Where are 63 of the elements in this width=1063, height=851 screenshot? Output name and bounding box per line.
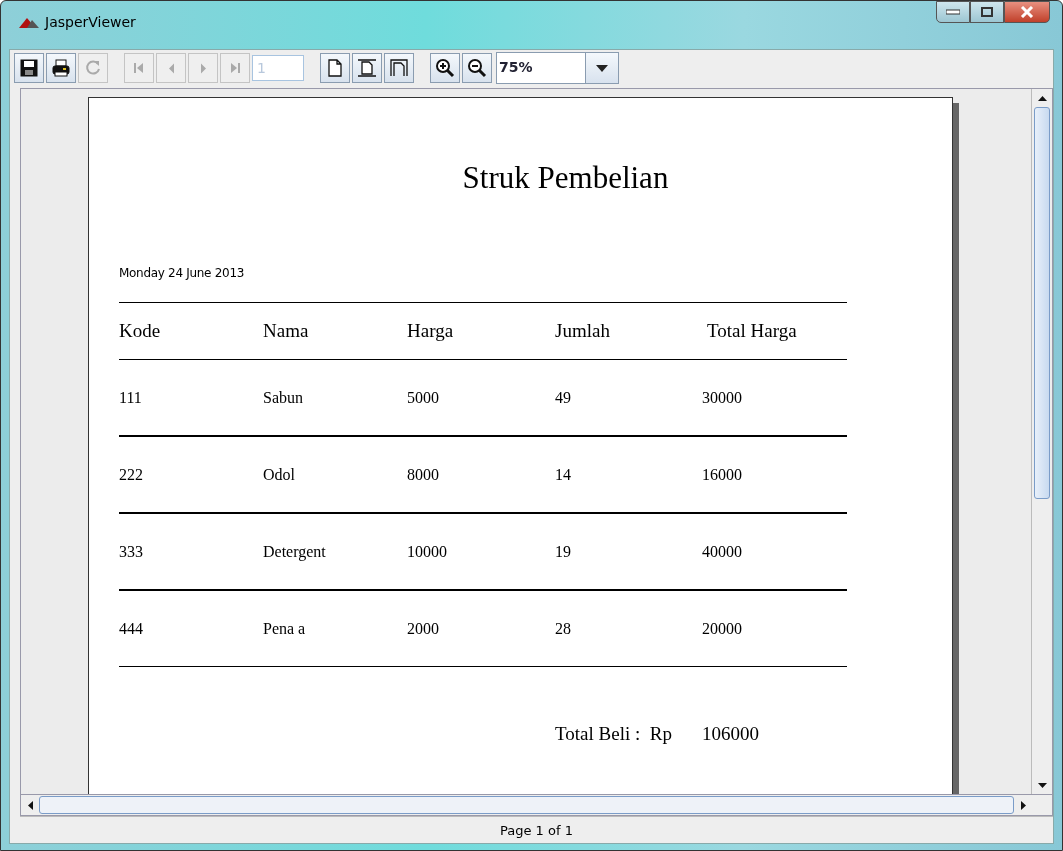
table-cell-text: 19 [555, 542, 572, 561]
table-cell-text: 30000 [702, 388, 743, 407]
table-cell-text: 8000 [407, 465, 440, 484]
fit-width-button[interactable] [384, 53, 414, 83]
table-cell-text: Odol [263, 465, 296, 484]
horizontal-scrollbar[interactable] [20, 795, 1053, 816]
previous-icon [167, 62, 175, 74]
print-button[interactable] [46, 53, 76, 83]
close-button[interactable] [1004, 1, 1050, 23]
scroll-down-icon [1037, 782, 1047, 788]
next-icon [199, 62, 207, 74]
app-logo-icon [19, 16, 39, 28]
zoom-in-icon [435, 58, 455, 78]
close-icon [1020, 6, 1034, 18]
page-icon [325, 58, 345, 78]
maximize-button[interactable] [970, 1, 1004, 23]
scroll-left-icon [27, 800, 33, 810]
table-cell-text: Sabun [263, 388, 304, 407]
report-date: Monday 24 June 2013 [119, 266, 246, 280]
table-cell-text: 444 [119, 619, 144, 638]
table-cell-text: 333 [119, 542, 144, 561]
column-header: Jumlah [555, 320, 611, 342]
table-cell-text: 49 [555, 388, 572, 407]
dropdown-arrow-icon [596, 64, 608, 72]
table-cell-text: 5000 [407, 388, 440, 407]
save-button[interactable] [14, 53, 44, 83]
table-cell-text: 111 [119, 388, 143, 407]
zoom-in-button[interactable] [430, 53, 460, 83]
column-header: Harga [407, 320, 455, 342]
table-cell-text: 14 [555, 465, 572, 484]
printer-icon [51, 58, 71, 78]
total-label: Total Beli : Rp [555, 723, 673, 745]
table-cell-text: 10000 [407, 542, 448, 561]
fit-page-button[interactable] [352, 53, 382, 83]
table-cell-text: Pena a [263, 619, 307, 638]
table-cell-text: 2000 [407, 619, 440, 638]
minimize-icon [946, 9, 960, 15]
table-cell-text: 20000 [702, 619, 743, 638]
table-cell-text: 222 [119, 465, 144, 484]
actual-size-button[interactable] [320, 53, 350, 83]
table-cell-text: 28 [555, 619, 572, 638]
table-cell-text: 16000 [702, 465, 743, 484]
fit-page-icon [357, 58, 377, 78]
status-text: Page 1 of 1 [500, 822, 573, 838]
table-cell-text: 40000 [702, 542, 743, 561]
zoom-combo-box[interactable]: 75% [496, 52, 619, 84]
total-value: 106000 [702, 723, 759, 745]
window-title: JasperViewer [45, 14, 136, 30]
zoom-out-button[interactable] [462, 53, 492, 83]
table-cell-text: Detergent [263, 542, 327, 561]
reload-icon [83, 58, 103, 78]
column-header: Nama [263, 320, 310, 342]
scroll-right-icon [1020, 800, 1026, 810]
fit-width-icon [389, 58, 409, 78]
vertical-scrollbar[interactable] [1031, 89, 1052, 794]
maximize-icon [981, 7, 993, 17]
column-header: Kode [119, 320, 162, 342]
minimize-button[interactable] [936, 1, 970, 23]
column-header: Total Harga [706, 320, 798, 342]
scroll-thumb[interactable] [1034, 107, 1050, 499]
zoom-out-icon [467, 58, 487, 78]
report-title: Struk Pembelian [461, 160, 670, 196]
scroll-up-icon [1037, 95, 1047, 101]
